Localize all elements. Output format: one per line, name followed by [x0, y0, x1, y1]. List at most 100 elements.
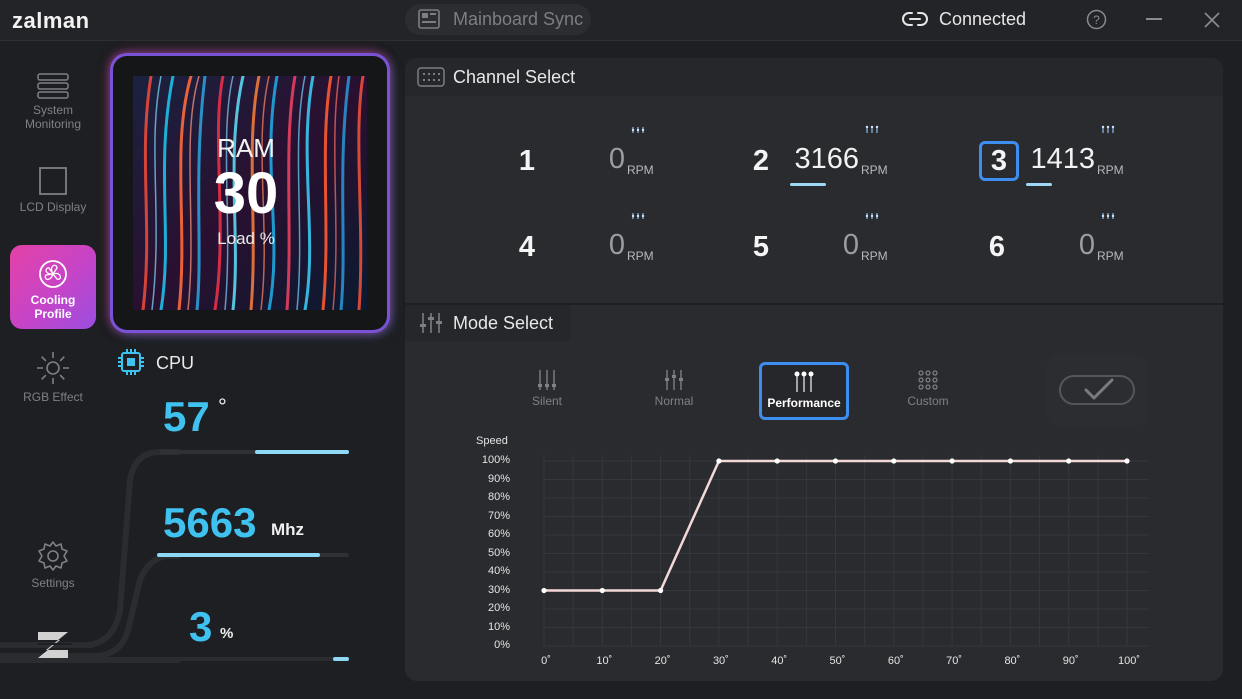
x-tick-label: 30˚: [712, 655, 729, 667]
curve-point-50[interactable]: [832, 458, 839, 464]
channel-rpm-unit: RPM: [1097, 163, 1124, 177]
sidebar-item-label: Cooling Profile: [30, 293, 76, 321]
channel-number[interactable]: 1: [512, 145, 542, 178]
server-icon: [37, 73, 69, 99]
channel-rpm-unit: RPM: [627, 163, 654, 177]
mode-custom-button[interactable]: Custom: [886, 363, 970, 415]
svg-text:?: ?: [1093, 13, 1100, 27]
y-tick-label: 90%: [487, 472, 510, 485]
y-tick-label: 40%: [487, 565, 510, 577]
x-tick-label: 90˚: [1062, 655, 1079, 667]
help-icon[interactable]: ?: [1086, 9, 1107, 30]
x-tick-label: 20˚: [654, 655, 671, 667]
cpu-temp-bar-fill: [254, 450, 349, 454]
sidebar-item-label: LCD Display: [19, 200, 87, 214]
curve-point-30[interactable]: [716, 458, 722, 464]
sliders-icon: [420, 313, 442, 333]
mode-label: Custom: [907, 394, 949, 408]
zalman-z-icon: [38, 632, 72, 658]
channel-select-title: Channel Select: [453, 67, 576, 87]
mode-silent-button[interactable]: Silent: [505, 363, 589, 415]
x-tick-label: 40˚: [771, 655, 788, 667]
curve-point-90[interactable]: [1066, 458, 1072, 464]
x-tick-label: 50˚: [829, 655, 846, 667]
fan-curve-chart[interactable]: [405, 425, 1223, 681]
channel-rpm-value: 3166: [794, 143, 859, 175]
sidebar-item-lcd-display[interactable]: LCD Display: [10, 166, 96, 214]
y-tick-label: 80%: [487, 491, 510, 503]
y-tick-label: 0%: [494, 639, 510, 651]
channel-rpm-value: 1413: [1030, 143, 1095, 175]
channel-rpm-value: 0: [842, 229, 859, 261]
motherboard-icon: [418, 9, 440, 29]
fan-speed-icon: [865, 213, 879, 219]
close-icon[interactable]: [1202, 10, 1222, 30]
curve-point-100[interactable]: [1124, 458, 1130, 464]
sun-icon: [37, 352, 69, 384]
connection-status: Connected: [939, 9, 1027, 29]
channel-rpm-unit: RPM: [861, 249, 888, 263]
mode-normal-button[interactable]: Normal: [632, 363, 716, 415]
lcd-metric-value: 30: [213, 161, 279, 226]
y-tick-label: 70%: [487, 509, 510, 522]
curve-point-0[interactable]: [541, 587, 547, 594]
mode-label: Normal: [654, 394, 694, 408]
cpu-clock-unit: Mhz: [271, 520, 305, 539]
slider-low-icon: [538, 370, 556, 390]
fan-speed-icon: [631, 127, 645, 133]
curve-point-20[interactable]: [658, 587, 664, 594]
channel-number[interactable]: 6: [982, 231, 1012, 264]
sidebar-item-rgb-effect[interactable]: RGB Effect: [10, 350, 96, 404]
curve-point-70[interactable]: [949, 458, 955, 464]
channel-icon: [417, 67, 445, 87]
y-tick-label: 20%: [487, 602, 510, 614]
curve-point-80[interactable]: [1007, 458, 1014, 464]
cpu-load-value: 3: [189, 603, 213, 650]
y-tick-label: 100%: [481, 454, 510, 466]
curve-point-60[interactable]: [891, 458, 897, 464]
sidebar-item-system-monitoring[interactable]: System Monitoring: [10, 73, 96, 131]
channel-number[interactable]: 4: [512, 231, 542, 264]
minimize-icon[interactable]: [1146, 18, 1162, 20]
fan-icon: [39, 260, 67, 288]
square-icon: [39, 167, 67, 195]
curve-point-10[interactable]: [599, 587, 605, 594]
x-tick-label: 60˚: [887, 655, 904, 667]
fan-speed-icon: [1101, 213, 1115, 219]
cpu-load-bar-fill: [333, 657, 349, 661]
mode-performance-button[interactable]: Performance: [759, 362, 849, 420]
link-icon: [902, 12, 928, 26]
sidebar-item-cooling-profile[interactable]: Cooling Profile: [10, 245, 96, 329]
cpu-load-unit: %: [220, 625, 234, 642]
curve-point-40[interactable]: [774, 458, 780, 464]
check-toggle-icon: [1059, 375, 1135, 405]
cpu-icon: [118, 349, 144, 375]
fan-speed-icon: [1101, 125, 1115, 133]
slider-mid-icon: [665, 370, 683, 390]
channel-rpm-value: 0: [608, 143, 625, 175]
channel-active-indicator: [1026, 183, 1052, 186]
fan-speed-icon: [865, 125, 879, 133]
cpu-clock-bar-fill: [157, 553, 321, 557]
channel-rpm-unit: RPM: [1097, 249, 1124, 263]
cpu-temp-value: 57: [163, 393, 210, 440]
x-tick-label: 100˚: [1117, 655, 1141, 667]
channel-number[interactable]: 2: [746, 145, 776, 178]
cpu-clock-value: 5663: [163, 499, 257, 546]
channel-active-indicator: [790, 183, 826, 186]
channel-number[interactable]: 3: [979, 141, 1019, 181]
x-tick-label: 80˚: [1004, 655, 1021, 667]
channel-number[interactable]: 5: [746, 231, 776, 264]
channel-rpm-value: 0: [1078, 229, 1095, 261]
title-bar: [0, 0, 1242, 41]
channel-rpm-value: 0: [608, 229, 625, 261]
sidebar-item-label: System Monitoring: [24, 103, 82, 131]
y-axis-title: Speed: [476, 435, 508, 447]
y-tick-label: 30%: [487, 583, 510, 596]
zalman-logo: zalman: [12, 8, 90, 33]
x-tick-label: 10˚: [596, 655, 613, 667]
mode-select-title: Mode Select: [453, 313, 554, 333]
mode-label: Silent: [531, 394, 563, 408]
chart-grid: [543, 455, 1149, 647]
mainboard-sync-label: Mainboard Sync: [453, 9, 584, 29]
